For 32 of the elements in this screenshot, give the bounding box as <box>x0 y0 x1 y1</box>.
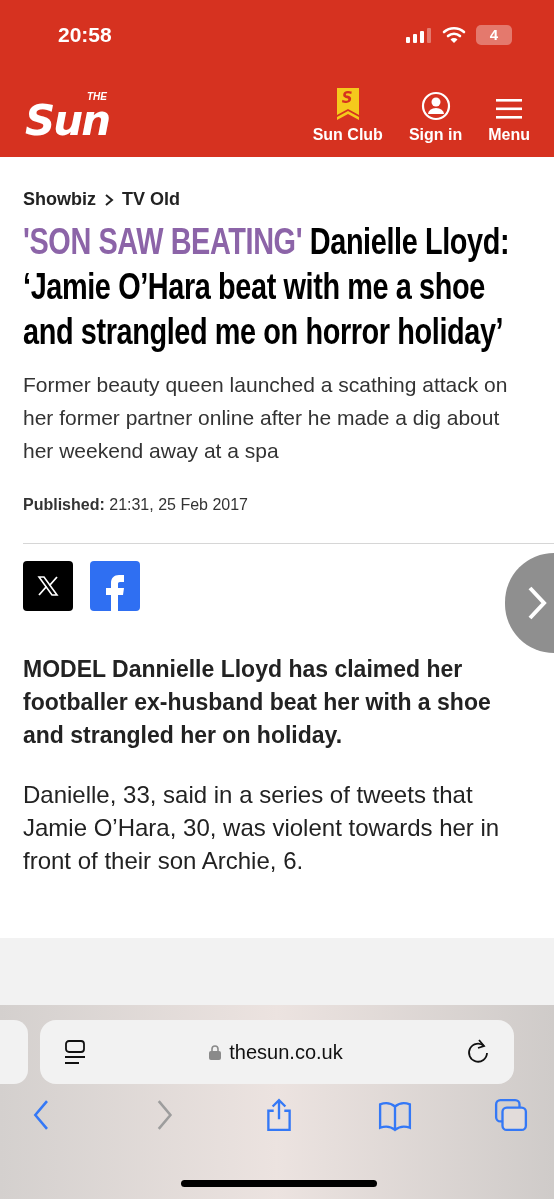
ribbon-icon <box>335 86 360 121</box>
account-icon <box>420 90 451 121</box>
battery-indicator: 4 <box>476 25 512 45</box>
menu-button[interactable]: Menu <box>488 96 530 147</box>
chevron-right-icon <box>527 585 547 621</box>
logo-small-text[interactable]: THE <box>87 91 107 102</box>
ribbon-letter: S <box>341 89 353 106</box>
article-standfirst: Former beauty queen launched a scathing attack on her former partner online after he made a dig about her weekend away at a spa <box>23 372 509 464</box>
menu-icon <box>495 96 524 121</box>
tabs-icon[interactable] <box>494 1098 528 1132</box>
article-headline: 'SON SAW BEATING' Danielle Lloyd: ‘Jamie O’Hara beat with me a shoe and strangled me on horror holiday’ <box>23 220 511 354</box>
facebook-share-button[interactable] <box>90 561 140 611</box>
published-date: Published: 21:31, 25 Feb 2017 <box>23 495 249 515</box>
lock-icon <box>209 1044 222 1060</box>
x-share-button[interactable] <box>23 561 73 611</box>
breadcrumb-link[interactable]: TV Old <box>122 186 180 213</box>
article-lead: MODEL Dannielle Lloyd has claimed her footballer ex-husband beat her with a shoe and strangled her on holiday. <box>23 655 492 750</box>
wifi-icon <box>442 26 466 44</box>
facebook-f-icon <box>105 575 125 611</box>
status-time: 20:58 <box>58 22 112 49</box>
article-paragraph: Danielle, 33, said in a series of tweets that Jamie O’Hara, 30, was violent towards her in front of their son Archie, 6. <box>23 780 501 876</box>
club-button[interactable]: S Sun Club <box>312 86 383 147</box>
breadcrumb-link[interactable]: Showbiz <box>23 186 96 213</box>
x-logo-icon <box>37 575 59 597</box>
account-button[interactable]: Sign in <box>408 90 463 147</box>
chevron-icon <box>104 193 114 206</box>
url-text: thesun.co.uk <box>229 1040 343 1065</box>
address-bar[interactable]: thesun.co.uk <box>40 1020 514 1084</box>
logo-text[interactable]: Sun <box>25 101 110 140</box>
reload-icon[interactable] <box>466 1039 490 1065</box>
reader-icon[interactable] <box>64 1039 86 1065</box>
signal-icon <box>406 27 432 43</box>
